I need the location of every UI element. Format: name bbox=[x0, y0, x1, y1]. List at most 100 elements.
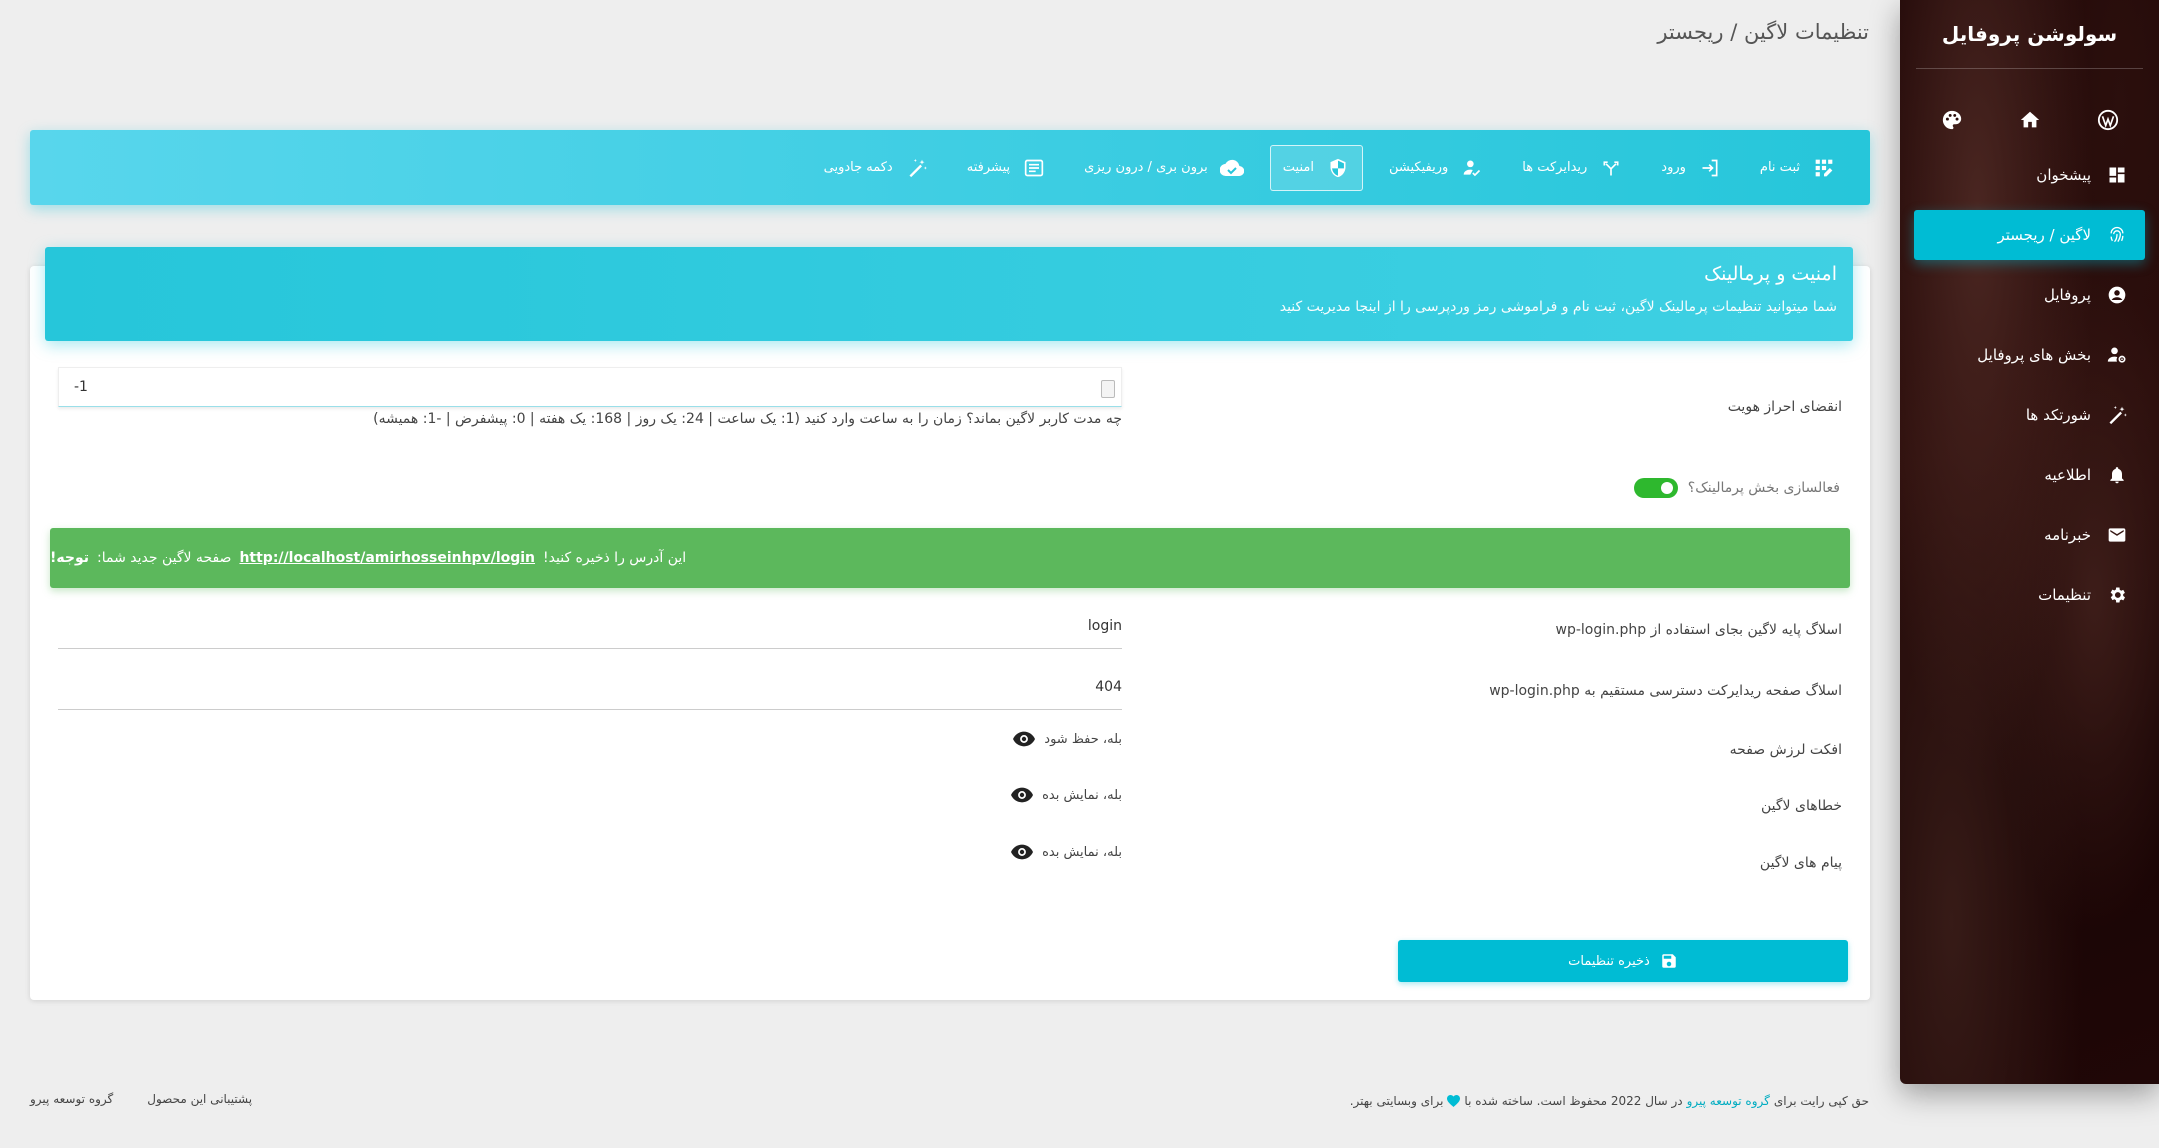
tab-magic-button[interactable]: دکمه جادویی bbox=[812, 145, 941, 191]
eye-icon bbox=[1012, 727, 1036, 751]
verified-user-icon bbox=[1460, 156, 1484, 180]
tab-security[interactable]: امنیت bbox=[1269, 144, 1363, 191]
tab-label: ثبت نام bbox=[1759, 160, 1800, 175]
login-slug-input[interactable]: login bbox=[58, 609, 1122, 649]
sidebar: سولوشن پروفایل پیشخوان لاگین / ریجستر پر… bbox=[1900, 0, 2159, 1084]
save-icon bbox=[1660, 952, 1678, 970]
person-gear-icon bbox=[2103, 341, 2131, 369]
palette-icon[interactable] bbox=[1935, 103, 1969, 137]
sidebar-item-dashboard[interactable]: پیشخوان bbox=[1914, 150, 2145, 200]
tab-verification[interactable]: وریفیکیشن bbox=[1377, 145, 1496, 191]
number-spinner[interactable] bbox=[1101, 380, 1115, 398]
sidebar-item-notifications[interactable]: اطلاعیه bbox=[1914, 450, 2145, 500]
shake-effect-value: بله، حفظ شود bbox=[1044, 731, 1122, 747]
sidebar-item-label: لاگین / ریجستر bbox=[1997, 226, 2091, 244]
redirect-slug-value: 404 bbox=[1095, 679, 1122, 695]
home-icon[interactable] bbox=[2013, 103, 2047, 137]
sidebar-item-shortcodes[interactable]: شورتکد ها bbox=[1914, 390, 2145, 440]
save-settings-button[interactable]: ذخیره تنظیمات bbox=[1398, 940, 1848, 982]
auth-expiry-input[interactable]: -1 bbox=[58, 367, 1122, 407]
sidebar-quick-links bbox=[1900, 103, 2159, 137]
new-login-url-link[interactable]: http://localhost/amirhosseinhpv/login bbox=[239, 550, 535, 566]
tab-label: امنیت bbox=[1282, 160, 1314, 175]
login-errors-option: بله، نمایش بده bbox=[58, 780, 1122, 810]
security-settings-card: امنیت و پرمالینک شما میتوانید تنظیمات پر… bbox=[30, 247, 1870, 1000]
dashboard-icon bbox=[2103, 161, 2131, 189]
auth-expiry-value: -1 bbox=[74, 379, 88, 395]
sidebar-item-login-register[interactable]: لاگین / ریجستر bbox=[1914, 210, 2145, 260]
tab-login[interactable]: ورود bbox=[1649, 145, 1734, 191]
login-slug-label: اسلاگ پایه لاگین بجای استفاده از wp-logi… bbox=[1555, 622, 1842, 638]
shake-effect-toggle[interactable]: بله، حفظ شود bbox=[1012, 724, 1122, 754]
eye-icon bbox=[1010, 840, 1034, 864]
fork-arrows-icon bbox=[1599, 156, 1623, 180]
magic-wand-icon bbox=[2103, 401, 2131, 429]
wordpress-icon[interactable] bbox=[2091, 103, 2125, 137]
notice-bold: توجه! bbox=[50, 550, 89, 566]
sidebar-item-settings[interactable]: تنظیمات bbox=[1914, 570, 2145, 620]
account-circle-icon bbox=[2103, 281, 2131, 309]
login-messages-label: پیام های لاگین bbox=[1759, 855, 1842, 871]
copyright-text: حق کپی رایت برای bbox=[1773, 1094, 1869, 1108]
copyright-text-2: در سال 2022 محفوظ است. ساخته شده با bbox=[1464, 1094, 1683, 1108]
gear-icon bbox=[2103, 581, 2131, 609]
sidebar-item-label: پروفایل bbox=[2044, 286, 2091, 304]
fingerprint-icon bbox=[2103, 221, 2131, 249]
auth-expiry-label: انقضای احراز هویت bbox=[1727, 399, 1842, 415]
mail-icon bbox=[2103, 521, 2131, 549]
sidebar-item-label: خبرنامه bbox=[2044, 526, 2091, 544]
login-messages-option: بله، نمایش بده bbox=[58, 837, 1122, 867]
permalink-toggle-row: فعالسازی بخش پرمالینک؟ bbox=[1633, 478, 1840, 498]
card-header: امنیت و پرمالینک شما میتوانید تنظیمات پر… bbox=[45, 247, 1853, 341]
tab-import-export[interactable]: برون بری / درون ریزی bbox=[1072, 145, 1256, 191]
article-icon bbox=[1022, 156, 1046, 180]
footer-links: پشتیبانی این محصول گروه توسعه پیرو bbox=[30, 1092, 252, 1106]
footer-link-developer[interactable]: گروه توسعه پیرو bbox=[30, 1092, 113, 1106]
login-messages-toggle[interactable]: بله، نمایش بده bbox=[1010, 837, 1122, 867]
tab-advanced[interactable]: پیشرفته bbox=[955, 145, 1058, 191]
sidebar-item-newsletter[interactable]: خبرنامه bbox=[1914, 510, 2145, 560]
login-errors-label: خطاهای لاگین bbox=[1761, 798, 1842, 814]
sidebar-divider bbox=[1916, 68, 2143, 69]
sidebar-item-profile[interactable]: پروفایل bbox=[1914, 270, 2145, 320]
footer-link-support[interactable]: پشتیبانی این محصول bbox=[147, 1092, 252, 1106]
redirect-slug-label: اسلاگ صفحه ریدایرکت دسترسی مستقیم به wp-… bbox=[1489, 683, 1842, 699]
login-messages-value: بله، نمایش بده bbox=[1042, 844, 1122, 860]
sidebar-item-label: شورتکد ها bbox=[2025, 406, 2091, 424]
tab-label: پیشرفته bbox=[966, 160, 1011, 175]
sidebar-item-profile-sections[interactable]: بخش های پروفایل bbox=[1914, 330, 2145, 380]
login-url-notice: توجه! صفحه لاگین جدید شما: http://localh… bbox=[50, 528, 1850, 588]
tab-label: برون بری / درون ریزی bbox=[1084, 160, 1208, 175]
card-subtitle: شما میتوانید تنظیمات پرمالینک لاگین، ثبت… bbox=[1279, 299, 1837, 315]
login-slug-value: login bbox=[1087, 618, 1122, 634]
magic-wand-icon bbox=[905, 156, 929, 180]
footer-copyright: حق کپی رایت برای گروه توسعه پیرو در سال … bbox=[1350, 1094, 1869, 1108]
tab-label: دکمه جادویی bbox=[823, 160, 893, 175]
card-title: امنیت و پرمالینک bbox=[1704, 263, 1837, 285]
save-button-label: ذخیره تنظیمات bbox=[1568, 953, 1650, 969]
tab-label: ورود bbox=[1661, 160, 1686, 175]
redirect-slug-input[interactable]: 404 bbox=[58, 670, 1122, 710]
sidebar-item-label: تنظیمات bbox=[2038, 586, 2091, 604]
login-icon bbox=[1698, 156, 1722, 180]
permalink-toggle[interactable] bbox=[1633, 478, 1678, 498]
eye-icon bbox=[1010, 783, 1034, 807]
developer-link[interactable]: گروه توسعه پیرو bbox=[1687, 1094, 1770, 1108]
app-registration-icon bbox=[1812, 156, 1836, 180]
login-errors-toggle[interactable]: بله، نمایش بده bbox=[1010, 780, 1122, 810]
login-errors-value: بله، نمایش بده bbox=[1042, 787, 1122, 803]
shield-icon bbox=[1326, 156, 1350, 180]
tab-redirects[interactable]: ریدایرکت ها bbox=[1510, 145, 1635, 191]
tab-register[interactable]: ثبت نام bbox=[1748, 145, 1848, 191]
page-title: تنظیمات لاگین / ریجستر bbox=[1657, 20, 1869, 44]
tab-label: ریدایرکت ها bbox=[1522, 160, 1588, 175]
notice-text: صفحه لاگین جدید شما: bbox=[97, 550, 232, 566]
sidebar-item-label: پیشخوان bbox=[2036, 166, 2091, 184]
cloud-icon bbox=[1219, 156, 1244, 180]
sidebar-menu: پیشخوان لاگین / ریجستر پروفایل بخش های پ… bbox=[1914, 150, 2145, 630]
bell-icon bbox=[2103, 461, 2131, 489]
settings-tabs: ثبت نام ورود ریدایرکت ها وریفیکیشن امنیت… bbox=[30, 130, 1870, 205]
permalink-toggle-label: فعالسازی بخش پرمالینک؟ bbox=[1687, 480, 1840, 496]
shake-effect-label: افکت لرزش صفحه bbox=[1729, 742, 1842, 758]
sidebar-title: سولوشن پروفایل bbox=[1941, 22, 2118, 46]
